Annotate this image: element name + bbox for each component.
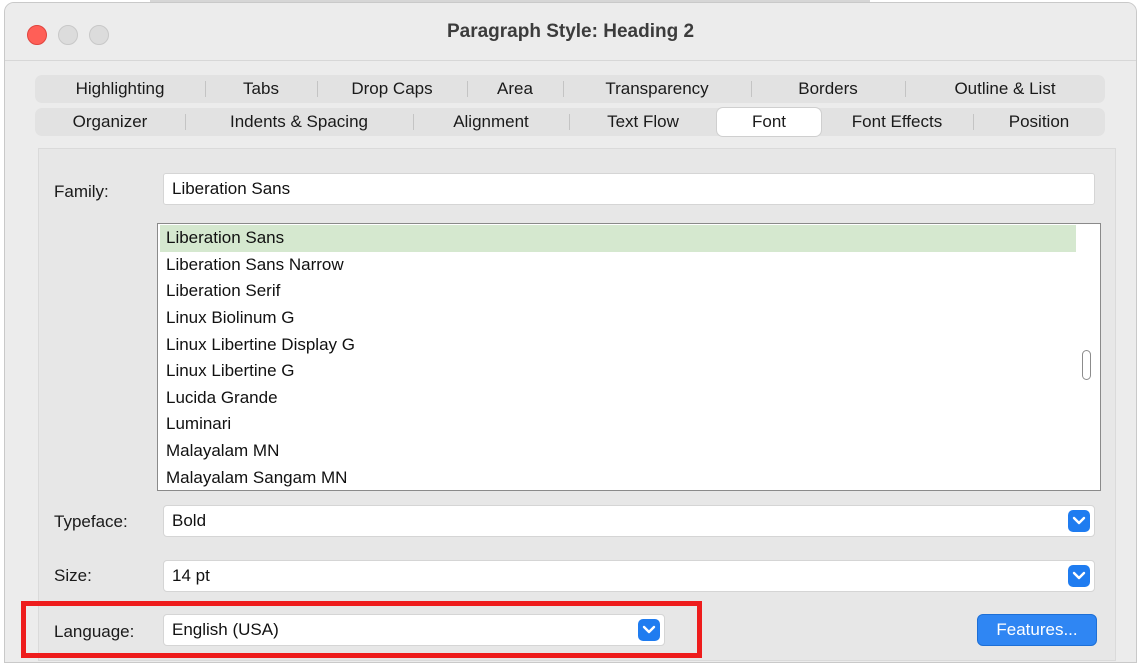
- tab-highlighting[interactable]: Highlighting: [35, 75, 205, 103]
- typeface-combobox[interactable]: Bold: [163, 505, 1095, 537]
- language-value: English (USA): [172, 620, 279, 639]
- family-input[interactable]: Liberation Sans: [163, 173, 1095, 205]
- tab-row-bottom: Organizer Indents & Spacing Alignment Te…: [35, 108, 1105, 136]
- size-combobox[interactable]: 14 pt: [163, 560, 1095, 592]
- language-combobox[interactable]: English (USA): [163, 614, 665, 646]
- tab-transparency[interactable]: Transparency: [563, 75, 751, 103]
- tab-drop-caps[interactable]: Drop Caps: [317, 75, 467, 103]
- tab-font-effects[interactable]: Font Effects: [821, 108, 973, 136]
- font-list-item[interactable]: Malayalam Sangam MN: [160, 464, 1076, 491]
- title-bar: Paragraph Style: Heading 2: [5, 3, 1136, 61]
- font-list-item[interactable]: Liberation Sans Narrow: [160, 252, 1076, 279]
- tab-outline-list[interactable]: Outline & List: [905, 75, 1105, 103]
- tab-area[interactable]: Area: [467, 75, 563, 103]
- font-list-item[interactable]: Linux Biolinum G: [160, 305, 1076, 332]
- list-scrollbar-thumb[interactable]: [1082, 350, 1091, 380]
- size-dropdown-button[interactable]: [1068, 565, 1090, 587]
- tab-font[interactable]: Font: [717, 108, 821, 136]
- features-button[interactable]: Features...: [977, 614, 1097, 646]
- chevron-down-icon: [1072, 516, 1086, 525]
- tab-organizer[interactable]: Organizer: [35, 108, 185, 136]
- tab-tabs[interactable]: Tabs: [205, 75, 317, 103]
- font-list-item[interactable]: Liberation Serif: [160, 278, 1076, 305]
- tab-position[interactable]: Position: [973, 108, 1105, 136]
- size-label: Size:: [54, 566, 92, 585]
- font-list-item[interactable]: Linux Libertine Display G: [160, 331, 1076, 358]
- tab-row-top: Highlighting Tabs Drop Caps Area Transpa…: [35, 75, 1105, 103]
- tab-text-flow[interactable]: Text Flow: [569, 108, 717, 136]
- typeface-dropdown-button[interactable]: [1068, 510, 1090, 532]
- font-list-item[interactable]: Linux Libertine G: [160, 358, 1076, 385]
- size-value: 14 pt: [172, 566, 210, 585]
- font-list-item[interactable]: Malayalam MN: [160, 438, 1076, 465]
- font-list-item[interactable]: Lucida Grande: [160, 385, 1076, 412]
- family-label: Family:: [54, 182, 109, 201]
- font-list-item[interactable]: Luminari: [160, 411, 1076, 438]
- dialog-title: Paragraph Style: Heading 2: [446, 21, 695, 42]
- language-label: Language:: [54, 622, 135, 641]
- chevron-down-icon: [1072, 571, 1086, 580]
- tab-borders[interactable]: Borders: [751, 75, 905, 103]
- typeface-label: Typeface:: [54, 512, 128, 531]
- typeface-value: Bold: [172, 511, 207, 530]
- language-dropdown-button[interactable]: [638, 619, 660, 641]
- tab-alignment[interactable]: Alignment: [413, 108, 569, 136]
- font-list-item-selected[interactable]: Liberation Sans: [160, 225, 1076, 252]
- tab-indents-spacing[interactable]: Indents & Spacing: [185, 108, 413, 136]
- chevron-down-icon: [642, 625, 656, 634]
- font-family-list[interactable]: Liberation Sans Liberation Sans Narrow L…: [157, 223, 1101, 491]
